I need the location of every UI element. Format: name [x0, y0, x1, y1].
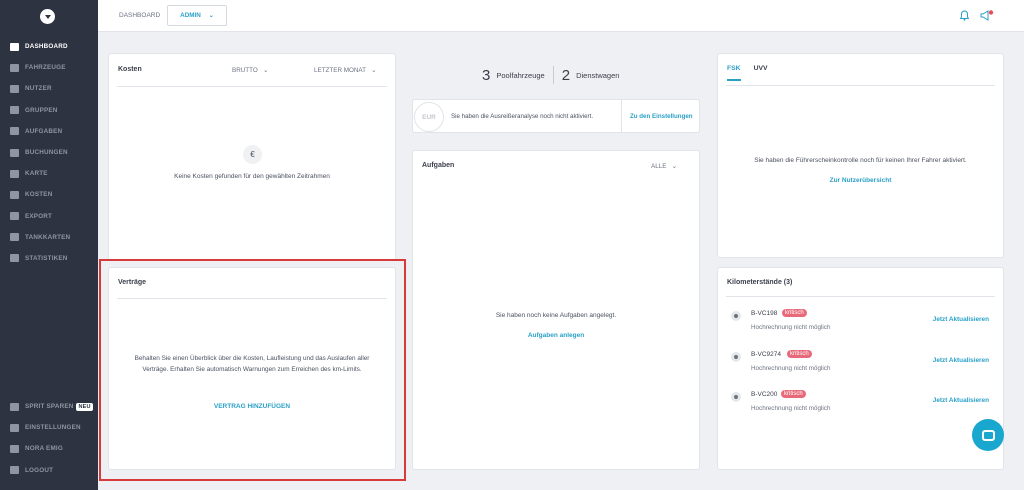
forecast-text: Hochrechnung nicht möglich [751, 365, 831, 372]
tab-uvv[interactable]: UVV [754, 65, 768, 81]
list-item: B-VC9274 kritisch Hochrechnung nicht mög… [727, 346, 989, 376]
sidebar-item-aufgaben[interactable]: AUFGABEN [0, 121, 98, 142]
user-icon [10, 84, 19, 93]
sidebar-item-einstellungen[interactable]: EINSTELLUNGEN [0, 417, 98, 438]
euro-icon: € [243, 145, 262, 164]
sidebar-item-dashboard[interactable]: DASHBOARD [0, 36, 98, 57]
status-badge: kritisch [781, 390, 806, 398]
divider [726, 85, 995, 86]
pool-count: 3 [482, 66, 491, 84]
dashboard-icon [10, 42, 19, 51]
plate-number: B-VC200 [751, 391, 778, 398]
costs-card: Kosten BRUTTO ⌄ LETZTER MONAT ⌄ € Keine … [108, 53, 396, 261]
costs-title: Kosten [118, 66, 142, 73]
update-now-link[interactable]: Jetzt Aktualisieren [933, 397, 989, 404]
sidebar-item-karte[interactable]: KARTE [0, 163, 98, 184]
gross-filter-dropdown[interactable]: BRUTTO ⌄ [232, 67, 268, 74]
calendar-icon [10, 148, 19, 157]
pool-label: Poolfahrzeuge [496, 70, 545, 80]
tasks-filter-dropdown[interactable]: ALLE ⌄ [651, 163, 677, 170]
user-icon [10, 444, 19, 453]
forecast-text: Hochrechnung nicht möglich [751, 324, 831, 331]
bell-icon[interactable] [960, 10, 969, 21]
clock-icon [731, 311, 741, 321]
highlight-frame [99, 259, 406, 481]
status-badge: kritisch [787, 350, 812, 358]
clock-icon [731, 352, 741, 362]
chevron-down-icon: ⌄ [666, 163, 677, 170]
clock-icon [731, 392, 741, 402]
map-icon [10, 169, 19, 178]
update-now-link[interactable]: Jetzt Aktualisieren [933, 316, 989, 323]
sidebar-item-profile[interactable]: NORA EMIG [0, 438, 98, 459]
company-car-count: 2 [561, 66, 571, 84]
divider [552, 66, 554, 84]
settings-link[interactable]: Zu den Einstellungen [630, 113, 693, 120]
plate-number: B-VC9274 [751, 351, 781, 358]
mileage-title: Kilometerstände (3) [727, 279, 793, 286]
eur-badge: EUR [414, 102, 444, 132]
user-overview-link[interactable]: Zur Nutzerübersicht [718, 177, 1003, 184]
sidebar-item-statistiken[interactable]: STATISTIKEN [0, 248, 98, 269]
sidebar-item-sprit-sparen[interactable]: SPRIT SPAREN NEU [0, 396, 98, 417]
license-check-card: FSK UVV Sie haben die Führerscheinkontro… [717, 53, 1004, 258]
sidebar-nav: DASHBOARD FAHRZEUGE NUTZER GRUPPEN AUFGA… [0, 36, 98, 269]
sliders-icon [10, 423, 19, 432]
chat-button[interactable] [972, 419, 1004, 451]
tab-fsk[interactable]: FSK [727, 65, 741, 81]
fuel-icon [10, 233, 19, 242]
status-badge: kritisch [782, 309, 807, 317]
tasks-title: Aufgaben [422, 162, 455, 169]
chart-icon [10, 254, 19, 263]
megaphone-icon[interactable] [980, 10, 994, 21]
breadcrumb[interactable]: DASHBOARD [119, 12, 160, 19]
person-icon [10, 402, 19, 411]
power-icon [10, 466, 19, 475]
role-dropdown[interactable]: ADMIN ⌄ [167, 5, 227, 26]
vehicle-counts: 3 Poolfahrzeuge 2 Dienstwagen [482, 66, 619, 84]
outlier-message: Sie haben die Ausreißeranalyse noch nich… [451, 113, 594, 120]
forecast-text: Hochrechnung nicht möglich [751, 405, 831, 412]
license-empty-message: Sie haben die Führerscheinkontrolle noch… [754, 157, 967, 164]
create-tasks-link[interactable]: Aufgaben anlegen [413, 332, 699, 339]
period-filter-dropdown[interactable]: LETZTER MONAT ⌄ [314, 67, 376, 74]
sidebar: DASHBOARD FAHRZEUGE NUTZER GRUPPEN AUFGA… [0, 0, 98, 490]
chat-icon [981, 429, 995, 441]
company-car-label: Dienstwagen [576, 70, 620, 80]
sidebar-item-tankkarten[interactable]: TANKKARTEN [0, 227, 98, 248]
top-header: DASHBOARD ADMIN ⌄ [98, 0, 1024, 32]
clipboard-icon [10, 127, 19, 136]
logo-icon[interactable] [40, 9, 55, 24]
mileage-card: Kilometerstände (3) B-VC198 kritisch Hoc… [717, 267, 1004, 470]
update-now-link[interactable]: Jetzt Aktualisieren [933, 357, 989, 364]
sidebar-item-fahrzeuge[interactable]: FAHRZEUGE [0, 57, 98, 78]
tabs: FSK UVV [727, 65, 768, 81]
costs-empty-message: Keine Kosten gefunden für den gewählten … [174, 173, 330, 180]
tasks-card: Aufgaben ALLE ⌄ Sie haben noch keine Auf… [412, 150, 700, 470]
sidebar-item-buchungen[interactable]: BUCHUNGEN [0, 142, 98, 163]
divider [726, 296, 995, 297]
sidebar-item-gruppen[interactable]: GRUPPEN [0, 100, 98, 121]
new-badge: NEU [76, 402, 93, 411]
sidebar-item-export[interactable]: EXPORT [0, 206, 98, 227]
list-item: B-VC198 kritisch Hochrechnung nicht mögl… [727, 305, 989, 335]
group-icon [10, 106, 19, 115]
download-icon [10, 212, 19, 221]
chevron-down-icon: ⌄ [259, 67, 269, 74]
sidebar-item-nutzer[interactable]: NUTZER [0, 78, 98, 99]
chevron-down-icon: ⌄ [208, 13, 214, 19]
plate-number: B-VC198 [751, 310, 778, 317]
credit-card-icon [10, 190, 19, 199]
sidebar-item-kosten[interactable]: KOSTEN [0, 184, 98, 205]
car-icon [10, 63, 19, 72]
sidebar-item-logout[interactable]: LOGOUT [0, 460, 98, 481]
divider [117, 86, 387, 87]
sidebar-bottom: SPRIT SPAREN NEU EINSTELLUNGEN NORA EMIG … [0, 396, 98, 481]
chevron-down-icon: ⌄ [367, 67, 377, 74]
divider [621, 100, 622, 132]
tasks-empty-message: Sie haben noch keine Aufgaben angelegt. [495, 312, 617, 319]
outlier-analysis-card: EUR Sie haben die Ausreißeranalyse noch … [412, 99, 700, 133]
list-item: B-VC200 kritisch Hochrechnung nicht mögl… [727, 386, 989, 416]
